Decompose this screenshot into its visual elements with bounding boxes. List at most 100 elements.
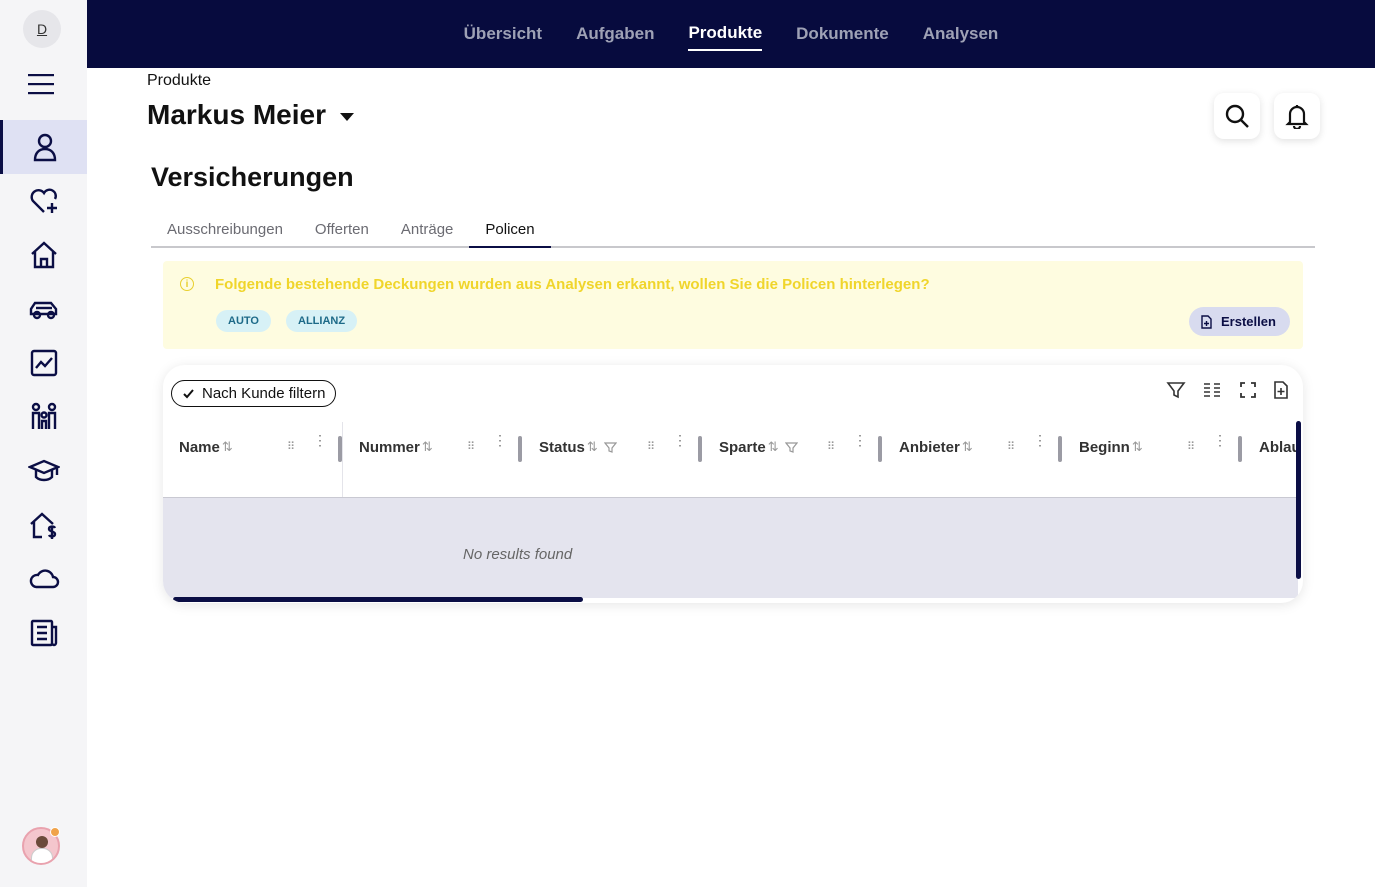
notification-dot [50, 827, 60, 837]
drag-handle-icon[interactable]: ⠿ [647, 440, 656, 453]
column-menu-icon[interactable]: ⋮ [853, 433, 867, 447]
check-icon [183, 389, 194, 399]
customer-name: Markus Meier [147, 99, 326, 130]
column-label: Nummer [359, 438, 420, 456]
columns-toolbar-button[interactable] [1201, 379, 1223, 401]
column-menu-icon[interactable]: ⋮ [1213, 433, 1227, 447]
hamburger-menu-icon[interactable] [28, 73, 56, 95]
detected-coverage-banner: i Folgende bestehende Deckungen wurden a… [163, 261, 1303, 349]
horizontal-scrollbar[interactable] [173, 597, 583, 602]
tab-offerten[interactable]: Offerten [299, 213, 385, 246]
cloud-icon [29, 569, 59, 589]
sort-icon[interactable]: ⇅ [1132, 439, 1143, 455]
column-resize-handle[interactable] [698, 436, 702, 462]
nav-produkte[interactable]: Produkte [688, 17, 763, 51]
sort-icon[interactable]: ⇅ [222, 439, 233, 455]
notifications-button[interactable] [1274, 93, 1320, 139]
top-navigation: Übersicht Aufgaben Produkte Dokumente An… [87, 0, 1375, 68]
chart-icon [30, 349, 57, 377]
chip-allianz[interactable]: ALLIANZ [286, 310, 358, 332]
chip-auto[interactable]: AUTO [216, 310, 271, 332]
sidebar-item-education[interactable] [0, 444, 87, 498]
column-filter-icon[interactable] [784, 441, 798, 454]
column-resize-handle[interactable] [518, 436, 522, 462]
drag-handle-icon[interactable]: ⠿ [827, 440, 836, 453]
avatar-head [36, 836, 48, 848]
column-menu-icon[interactable]: ⋮ [673, 433, 687, 447]
section-title: Versicherungen [151, 162, 354, 192]
tab-policen[interactable]: Policen [469, 213, 551, 248]
sidebar-item-home[interactable] [0, 228, 87, 282]
column-header-anbieter[interactable]: Anbieter ⇅ [899, 422, 973, 472]
file-plus-icon [1274, 381, 1288, 399]
nav-analysen[interactable]: Analysen [923, 18, 999, 50]
column-filter-icon[interactable] [603, 441, 617, 454]
create-button[interactable]: Erstellen [1189, 307, 1290, 336]
home-icon [30, 241, 57, 269]
column-menu-icon[interactable]: ⋮ [1033, 433, 1047, 447]
family-icon [31, 402, 56, 429]
fullscreen-toolbar-button[interactable] [1237, 379, 1259, 401]
filter-icon [1166, 382, 1186, 399]
sort-icon[interactable]: ⇅ [962, 439, 973, 455]
org-avatar[interactable]: D [23, 10, 61, 48]
column-menu-icon[interactable]: ⋮ [493, 433, 507, 447]
drag-handle-icon[interactable]: ⠿ [1187, 440, 1196, 453]
sidebar-item-mortgage[interactable] [0, 498, 87, 552]
bell-icon [1285, 105, 1309, 129]
filter-chip-label: Nach Kunde filtern [202, 385, 326, 402]
column-header-name[interactable]: Name ⇅ [179, 422, 233, 472]
sidebar-item-health[interactable] [0, 174, 87, 228]
column-header-ablauf[interactable]: Ablau [1259, 422, 1301, 472]
column-resize-handle[interactable] [878, 436, 882, 462]
nav-uebersicht[interactable]: Übersicht [464, 18, 542, 50]
nav-dokumente[interactable]: Dokumente [796, 18, 889, 50]
sidebar-item-family[interactable] [0, 390, 87, 444]
nav-aufgaben[interactable]: Aufgaben [576, 18, 654, 50]
search-button[interactable] [1214, 93, 1260, 139]
avatar-body [31, 848, 53, 863]
sort-icon[interactable]: ⇅ [587, 439, 598, 455]
sidebar-item-person[interactable] [0, 120, 87, 174]
filter-toolbar-button[interactable] [1165, 379, 1187, 401]
sidebar: D [0, 0, 87, 887]
column-label: Beginn [1079, 438, 1130, 456]
sidebar-item-investments[interactable] [0, 336, 87, 390]
column-header-status[interactable]: Status ⇅ [539, 422, 617, 472]
column-label: Anbieter [899, 438, 960, 456]
policies-table: Nach Kunde filtern Name ⇅ ⠿ ⋮ Nummer ⇅ ⠿ ⋮… [163, 365, 1303, 603]
column-header-nummer[interactable]: Nummer ⇅ [359, 422, 433, 472]
sort-icon[interactable]: ⇅ [768, 439, 779, 455]
sidebar-item-vehicle[interactable] [0, 282, 87, 336]
tab-ausschreibungen[interactable]: Ausschreibungen [151, 213, 299, 246]
fullscreen-icon [1240, 382, 1256, 398]
customer-selector[interactable]: Markus Meier [147, 99, 354, 131]
drag-handle-icon[interactable]: ⠿ [287, 440, 296, 453]
filter-by-customer-chip[interactable]: Nach Kunde filtern [171, 380, 337, 407]
user-icon [33, 133, 57, 162]
drag-handle-icon[interactable]: ⠿ [467, 440, 476, 453]
column-header-beginn[interactable]: Beginn ⇅ [1079, 422, 1143, 472]
tab-bar: Ausschreibungen Offerten Anträge Policen [151, 213, 1315, 248]
add-policy-toolbar-button[interactable] [1270, 379, 1292, 401]
breadcrumb: Produkte [147, 72, 212, 89]
column-resize-handle[interactable] [1058, 436, 1062, 462]
car-icon [29, 301, 57, 320]
heart-plus-icon [30, 188, 57, 213]
sort-icon[interactable]: ⇅ [422, 439, 433, 455]
column-label: Status [539, 438, 585, 456]
column-header-sparte[interactable]: Sparte ⇅ [719, 422, 798, 472]
column-resize-handle[interactable] [338, 436, 342, 462]
column-resize-handle[interactable] [1238, 436, 1242, 462]
column-menu-icon[interactable]: ⋮ [313, 433, 327, 447]
sidebar-item-cloud[interactable] [0, 552, 87, 606]
tab-antraege[interactable]: Anträge [385, 213, 470, 246]
vertical-scrollbar[interactable] [1296, 421, 1301, 579]
drag-handle-icon[interactable]: ⠿ [1007, 440, 1016, 453]
sidebar-item-documents[interactable] [0, 606, 87, 660]
empty-state-text: No results found [463, 546, 573, 563]
caret-down-icon [339, 113, 354, 121]
column-label: Sparte [719, 438, 766, 456]
house-dollar-icon [29, 512, 56, 539]
info-icon: i [180, 277, 194, 291]
